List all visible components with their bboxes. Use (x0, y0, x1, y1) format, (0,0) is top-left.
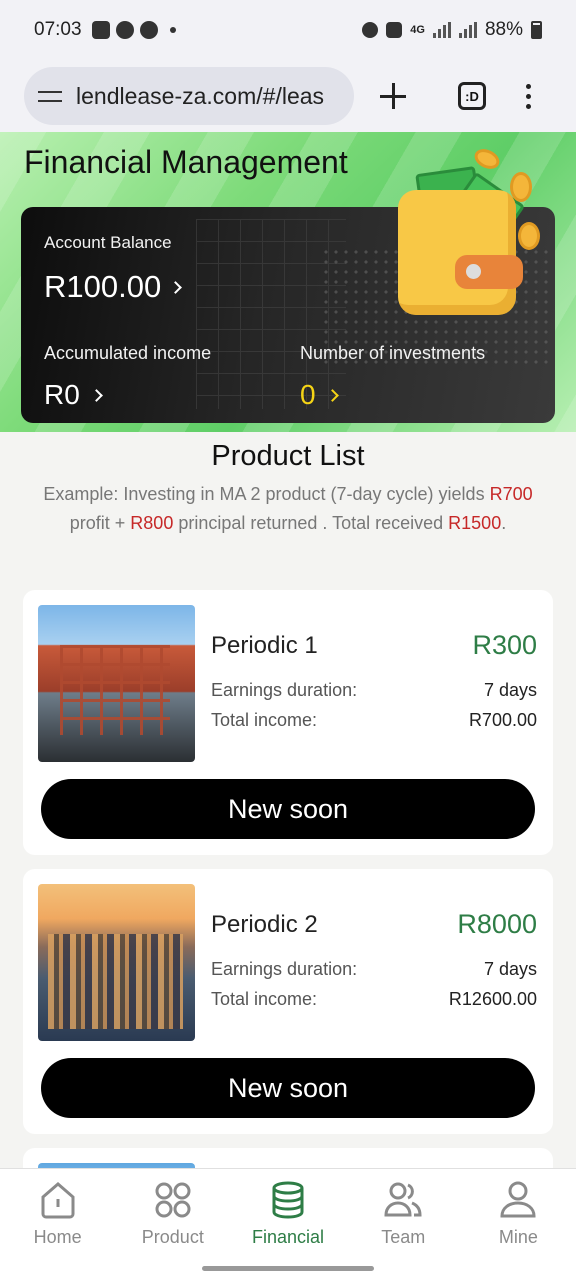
accumulated-income-link[interactable]: R0 (44, 379, 103, 411)
accumulated-income-label: Accumulated income (44, 343, 212, 363)
account-balance-value: R100.00 (44, 269, 162, 304)
income-label: Total income: (211, 989, 318, 1009)
chevron-right-icon (325, 388, 339, 402)
chevron-right-icon (169, 280, 183, 294)
whatsapp-notification-icon (115, 21, 134, 39)
home-icon (41, 1182, 75, 1219)
nav-team[interactable]: Team (346, 1169, 461, 1280)
nav-home[interactable]: Home (0, 1169, 115, 1280)
nav-product[interactable]: Product (115, 1169, 230, 1280)
product-grid-icon (155, 1182, 191, 1218)
network-type: 4G (410, 24, 425, 36)
gallery-notification-icon (91, 21, 110, 39)
nav-team-label: Team (381, 1227, 426, 1247)
duration-label: Earnings duration: (211, 959, 358, 979)
example-principal: R800 (130, 513, 174, 533)
bottom-nav: Home Product Financial Team Mine (0, 1168, 576, 1280)
signal-icon (432, 22, 451, 38)
status-bar: 07:03 4G 88% (0, 0, 576, 60)
nav-financial-label: Financial (251, 1227, 325, 1247)
income-value: R12600.00 (448, 989, 537, 1009)
accumulated-income-value: R0 (44, 379, 80, 410)
investments-label: Number of investments (300, 343, 486, 363)
browser-toolbar: lendlease-za.com/#/leas :D (0, 60, 576, 132)
example-total: R1500 (448, 513, 502, 533)
address-bar[interactable]: lendlease-za.com/#/leas (24, 67, 354, 125)
signal-icon-2 (458, 22, 477, 38)
home-indicator[interactable] (202, 1266, 374, 1271)
duration-label: Earnings duration: (211, 680, 358, 700)
new-soon-button[interactable]: New soon (41, 1058, 535, 1118)
nav-mine[interactable]: Mine (461, 1169, 576, 1280)
income-label: Total income: (211, 710, 318, 730)
product-image (38, 884, 195, 1041)
product-image (38, 605, 195, 762)
duration-value: 7 days (483, 959, 537, 979)
example-text: Example: Investing in MA 2 product (7-da… (43, 484, 533, 533)
more-notifications-icon (169, 27, 176, 33)
nav-mine-label: Mine (498, 1227, 538, 1247)
url-text[interactable]: lendlease-za.com/#/leas (76, 83, 324, 110)
mute-icon (386, 22, 403, 38)
battery-percent: 88% (484, 19, 523, 40)
tab-switcher-icon[interactable]: :D (458, 82, 486, 110)
product-name: Periodic 1 (211, 632, 318, 659)
account-balance-label: Account Balance (44, 233, 172, 252)
example-profit: R700 (489, 484, 533, 504)
product-price: R300 (472, 630, 537, 660)
nav-home-label: Home (33, 1227, 82, 1247)
product-card[interactable]: Periodic 2 R8000 Earnings duration: 7 da… (23, 869, 553, 1134)
new-tab-icon[interactable] (380, 83, 406, 109)
nav-financial[interactable]: Financial (230, 1169, 345, 1280)
nav-product-label: Product (141, 1227, 204, 1247)
more-menu-icon[interactable] (526, 83, 531, 109)
chevron-right-icon (89, 388, 103, 402)
new-soon-button[interactable]: New soon (41, 779, 535, 839)
product-card[interactable]: Periodic 1 R300 Earnings duration: 7 day… (23, 590, 553, 855)
team-icon (384, 1182, 422, 1217)
site-settings-icon[interactable] (38, 87, 62, 105)
investments-value: 0 (300, 379, 316, 410)
income-value: R700.00 (468, 710, 537, 730)
database-stack-icon (272, 1181, 304, 1219)
chat-notification-icon (139, 21, 158, 39)
alarm-icon (362, 22, 379, 38)
investments-link[interactable]: 0 (300, 379, 339, 411)
product-price: R8000 (457, 909, 537, 939)
product-list-title: Product List (211, 440, 365, 472)
product-name: Periodic 2 (211, 911, 318, 938)
account-balance-link[interactable]: R100.00 (44, 269, 183, 305)
status-time: 07:03 (34, 19, 82, 40)
duration-value: 7 days (483, 680, 537, 700)
user-icon (500, 1181, 536, 1218)
page-title: Financial Management (24, 144, 348, 180)
battery-icon (531, 21, 542, 39)
